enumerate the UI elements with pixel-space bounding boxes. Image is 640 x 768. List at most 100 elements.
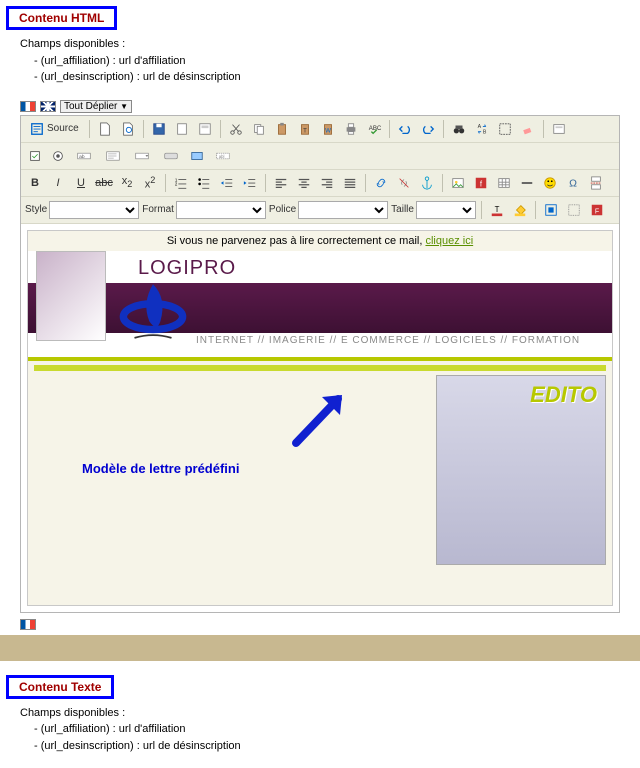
- toolbar-row-1: Source T W ABC AB: [21, 116, 619, 143]
- underline-button[interactable]: U: [71, 173, 91, 193]
- heading-contenu-texte: Contenu Texte: [6, 675, 114, 699]
- blank-page-icon: [175, 122, 189, 136]
- flag-fr-icon[interactable]: [20, 101, 36, 112]
- about-button[interactable]: F: [587, 200, 607, 220]
- subscript-icon: x2: [122, 175, 133, 189]
- justify-center-button[interactable]: [294, 173, 314, 193]
- table-button[interactable]: [494, 173, 514, 193]
- source-label: Source: [47, 123, 79, 134]
- undo-button[interactable]: [395, 119, 415, 139]
- chevron-down-icon: ▼: [120, 102, 128, 111]
- superscript-button[interactable]: x2: [140, 173, 160, 193]
- textfield-button[interactable]: ab: [71, 146, 97, 166]
- paste-word-button[interactable]: W: [318, 119, 338, 139]
- textarea-button[interactable]: [100, 146, 126, 166]
- binoculars-icon: [452, 122, 466, 136]
- mail-body: Modèle de lettre prédéfini EDITO: [28, 375, 612, 565]
- button-icon: [164, 149, 178, 163]
- toolbar-row-3: B I U abc x2 x2 12 f Ω: [21, 170, 619, 197]
- image-button[interactable]: [448, 173, 468, 193]
- form-button[interactable]: [549, 119, 569, 139]
- separator: [143, 120, 144, 138]
- toolbar-row-4: Style Format Police Taille T F: [21, 197, 619, 224]
- champ-item: (url_affiliation) : url d'affiliation: [34, 721, 630, 738]
- showblocks-button[interactable]: [564, 200, 584, 220]
- save-button[interactable]: [149, 119, 169, 139]
- redo-button[interactable]: [418, 119, 438, 139]
- smiley-button[interactable]: [540, 173, 560, 193]
- spellcheck-button[interactable]: ABC: [364, 119, 384, 139]
- select-button[interactable]: [129, 146, 155, 166]
- outdent-button[interactable]: [217, 173, 237, 193]
- paste-button[interactable]: [272, 119, 292, 139]
- editor-canvas[interactable]: Si vous ne parvenez pas à lire correctem…: [21, 224, 619, 612]
- radio-icon: [51, 149, 65, 163]
- newpage-button[interactable]: [172, 119, 192, 139]
- print-button[interactable]: [341, 119, 361, 139]
- hidden-field-icon: abl: [216, 149, 230, 163]
- indent-button[interactable]: [240, 173, 260, 193]
- clipboard-word-icon: W: [321, 122, 335, 136]
- flag-fr-icon[interactable]: [20, 619, 36, 630]
- textcolor-icon: T: [490, 203, 504, 217]
- new-doc-button[interactable]: [95, 119, 115, 139]
- specialchar-button[interactable]: Ω: [563, 173, 583, 193]
- preview-button[interactable]: [118, 119, 138, 139]
- paste-text-button[interactable]: T: [295, 119, 315, 139]
- indent-icon: [243, 176, 257, 190]
- cut-button[interactable]: [226, 119, 246, 139]
- replace-button[interactable]: AB: [472, 119, 492, 139]
- anchor-button[interactable]: [417, 173, 437, 193]
- textcolor-button[interactable]: T: [487, 200, 507, 220]
- tout-deplier-button[interactable]: Tout Déplier ▼: [60, 100, 132, 113]
- textarea-icon: [106, 149, 120, 163]
- flag-gb-icon[interactable]: [40, 101, 56, 112]
- ol-button[interactable]: 12: [171, 173, 191, 193]
- strike-button[interactable]: abc: [94, 173, 114, 193]
- svg-text:ab: ab: [79, 154, 85, 160]
- radio-button[interactable]: [48, 146, 68, 166]
- unlink-button[interactable]: [394, 173, 414, 193]
- replace-icon: AB: [475, 122, 489, 136]
- hidden-button[interactable]: abl: [210, 146, 236, 166]
- flash-button[interactable]: f: [471, 173, 491, 193]
- link-button[interactable]: [371, 173, 391, 193]
- mail-topbar-text: Si vous ne parvenez pas à lire correctem…: [167, 235, 426, 247]
- showblocks-icon: [567, 203, 581, 217]
- style-select[interactable]: [49, 201, 139, 219]
- italic-button[interactable]: I: [48, 173, 68, 193]
- justify-right-button[interactable]: [317, 173, 337, 193]
- copy-button[interactable]: [249, 119, 269, 139]
- mail-template: Si vous ne parvenez pas à lire correctem…: [27, 230, 613, 606]
- image-button-icon: [190, 149, 204, 163]
- align-left-icon: [274, 176, 288, 190]
- taille-select[interactable]: [416, 201, 476, 219]
- champs-block-texte: Champs disponibles : (url_affiliation) :…: [20, 705, 630, 755]
- checkbox-button[interactable]: [25, 146, 45, 166]
- bold-button[interactable]: B: [25, 173, 45, 193]
- hr-button[interactable]: [517, 173, 537, 193]
- mail-topbar-link[interactable]: cliquez ici: [425, 235, 473, 247]
- removeformat-button[interactable]: [518, 119, 538, 139]
- find-button[interactable]: [449, 119, 469, 139]
- align-justify-icon: [343, 176, 357, 190]
- tout-deplier-label: Tout Déplier: [64, 101, 117, 112]
- bucket-icon: [513, 203, 527, 217]
- unlink-icon: [397, 176, 411, 190]
- ul-button[interactable]: [194, 173, 214, 193]
- style-label: Style: [25, 204, 47, 215]
- pagebreak-icon: [589, 176, 603, 190]
- police-select[interactable]: [298, 201, 388, 219]
- justify-full-button[interactable]: [340, 173, 360, 193]
- maximize-button[interactable]: [541, 200, 561, 220]
- format-select[interactable]: [176, 201, 266, 219]
- bgcolor-button[interactable]: [510, 200, 530, 220]
- imgbutton-button[interactable]: [187, 146, 207, 166]
- subscript-button[interactable]: x2: [117, 173, 137, 193]
- pagebreak-button[interactable]: [586, 173, 606, 193]
- button-button[interactable]: [158, 146, 184, 166]
- template-button[interactable]: [195, 119, 215, 139]
- source-button[interactable]: Source: [25, 119, 84, 139]
- justify-left-button[interactable]: [271, 173, 291, 193]
- selectall-button[interactable]: [495, 119, 515, 139]
